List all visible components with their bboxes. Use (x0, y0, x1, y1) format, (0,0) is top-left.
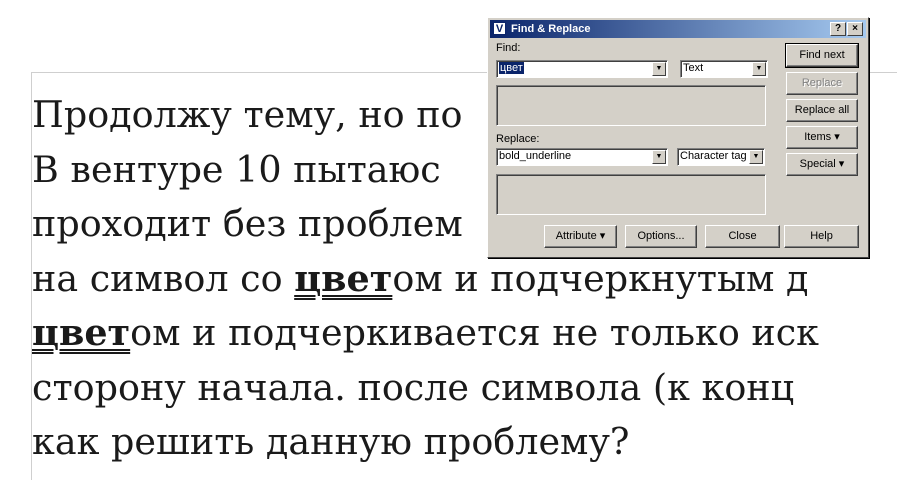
chevron-down-icon[interactable]: ▼ (652, 62, 666, 76)
find-input-value: цвет (499, 62, 524, 74)
dropdown-arrow-icon: ▾ (838, 158, 845, 170)
app-icon: V (493, 22, 506, 35)
replace-all-button[interactable]: Replace all (786, 99, 858, 122)
dropdown-arrow-icon: ▾ (599, 230, 606, 242)
dropdown-arrow-icon: ▾ (834, 131, 840, 143)
replace-input-value: bold_underline (499, 150, 572, 162)
highlighted-word: цвет (32, 311, 131, 354)
highlighted-word: цвет (294, 256, 393, 300)
replace-type-value: Character tag (680, 150, 747, 162)
text-line-7: как решить данную проблему? (32, 420, 630, 463)
find-label: Find: (496, 42, 521, 54)
replace-input[interactable]: bold_underline ▼ (496, 148, 668, 166)
text-line-5: цветом и подчеркивается не только иск (32, 311, 819, 354)
replace-label: Replace: (496, 133, 540, 145)
replace-format-area (496, 174, 766, 215)
attribute-menu-button[interactable]: Attribute ▾ (544, 225, 617, 248)
close-title-button[interactable]: × (847, 22, 863, 36)
text-line-6: сторону начала. после символа (к конц (32, 365, 795, 409)
replace-button[interactable]: Replace (786, 72, 858, 95)
find-format-area (496, 85, 766, 126)
replace-type-select[interactable]: Character tag ▼ (677, 148, 765, 166)
find-type-value: Text (683, 62, 704, 74)
chevron-down-icon[interactable]: ▼ (652, 150, 666, 164)
find-type-select[interactable]: Text ▼ (680, 60, 768, 78)
dialog-title: Find & Replace (511, 23, 591, 35)
chevron-down-icon[interactable]: ▼ (749, 150, 763, 164)
find-next-button[interactable]: Find next (785, 43, 859, 68)
options-button[interactable]: Options... (625, 225, 697, 248)
find-replace-dialog: V Find & Replace ? × Find: цвет ▼ Text ▼… (487, 17, 869, 258)
text-line-4: на символ со цветом и подчеркнутым д (32, 256, 809, 300)
chevron-down-icon[interactable]: ▼ (752, 62, 766, 76)
help-button[interactable]: Help (784, 225, 859, 248)
help-title-button[interactable]: ? (830, 22, 846, 36)
special-menu-button[interactable]: Special ▾ (786, 153, 858, 176)
dialog-titlebar[interactable]: V Find & Replace ? × (490, 20, 866, 38)
close-button[interactable]: Close (705, 225, 780, 248)
find-input[interactable]: цвет ▼ (496, 60, 668, 78)
items-menu-button[interactable]: Items ▾ (786, 126, 858, 149)
